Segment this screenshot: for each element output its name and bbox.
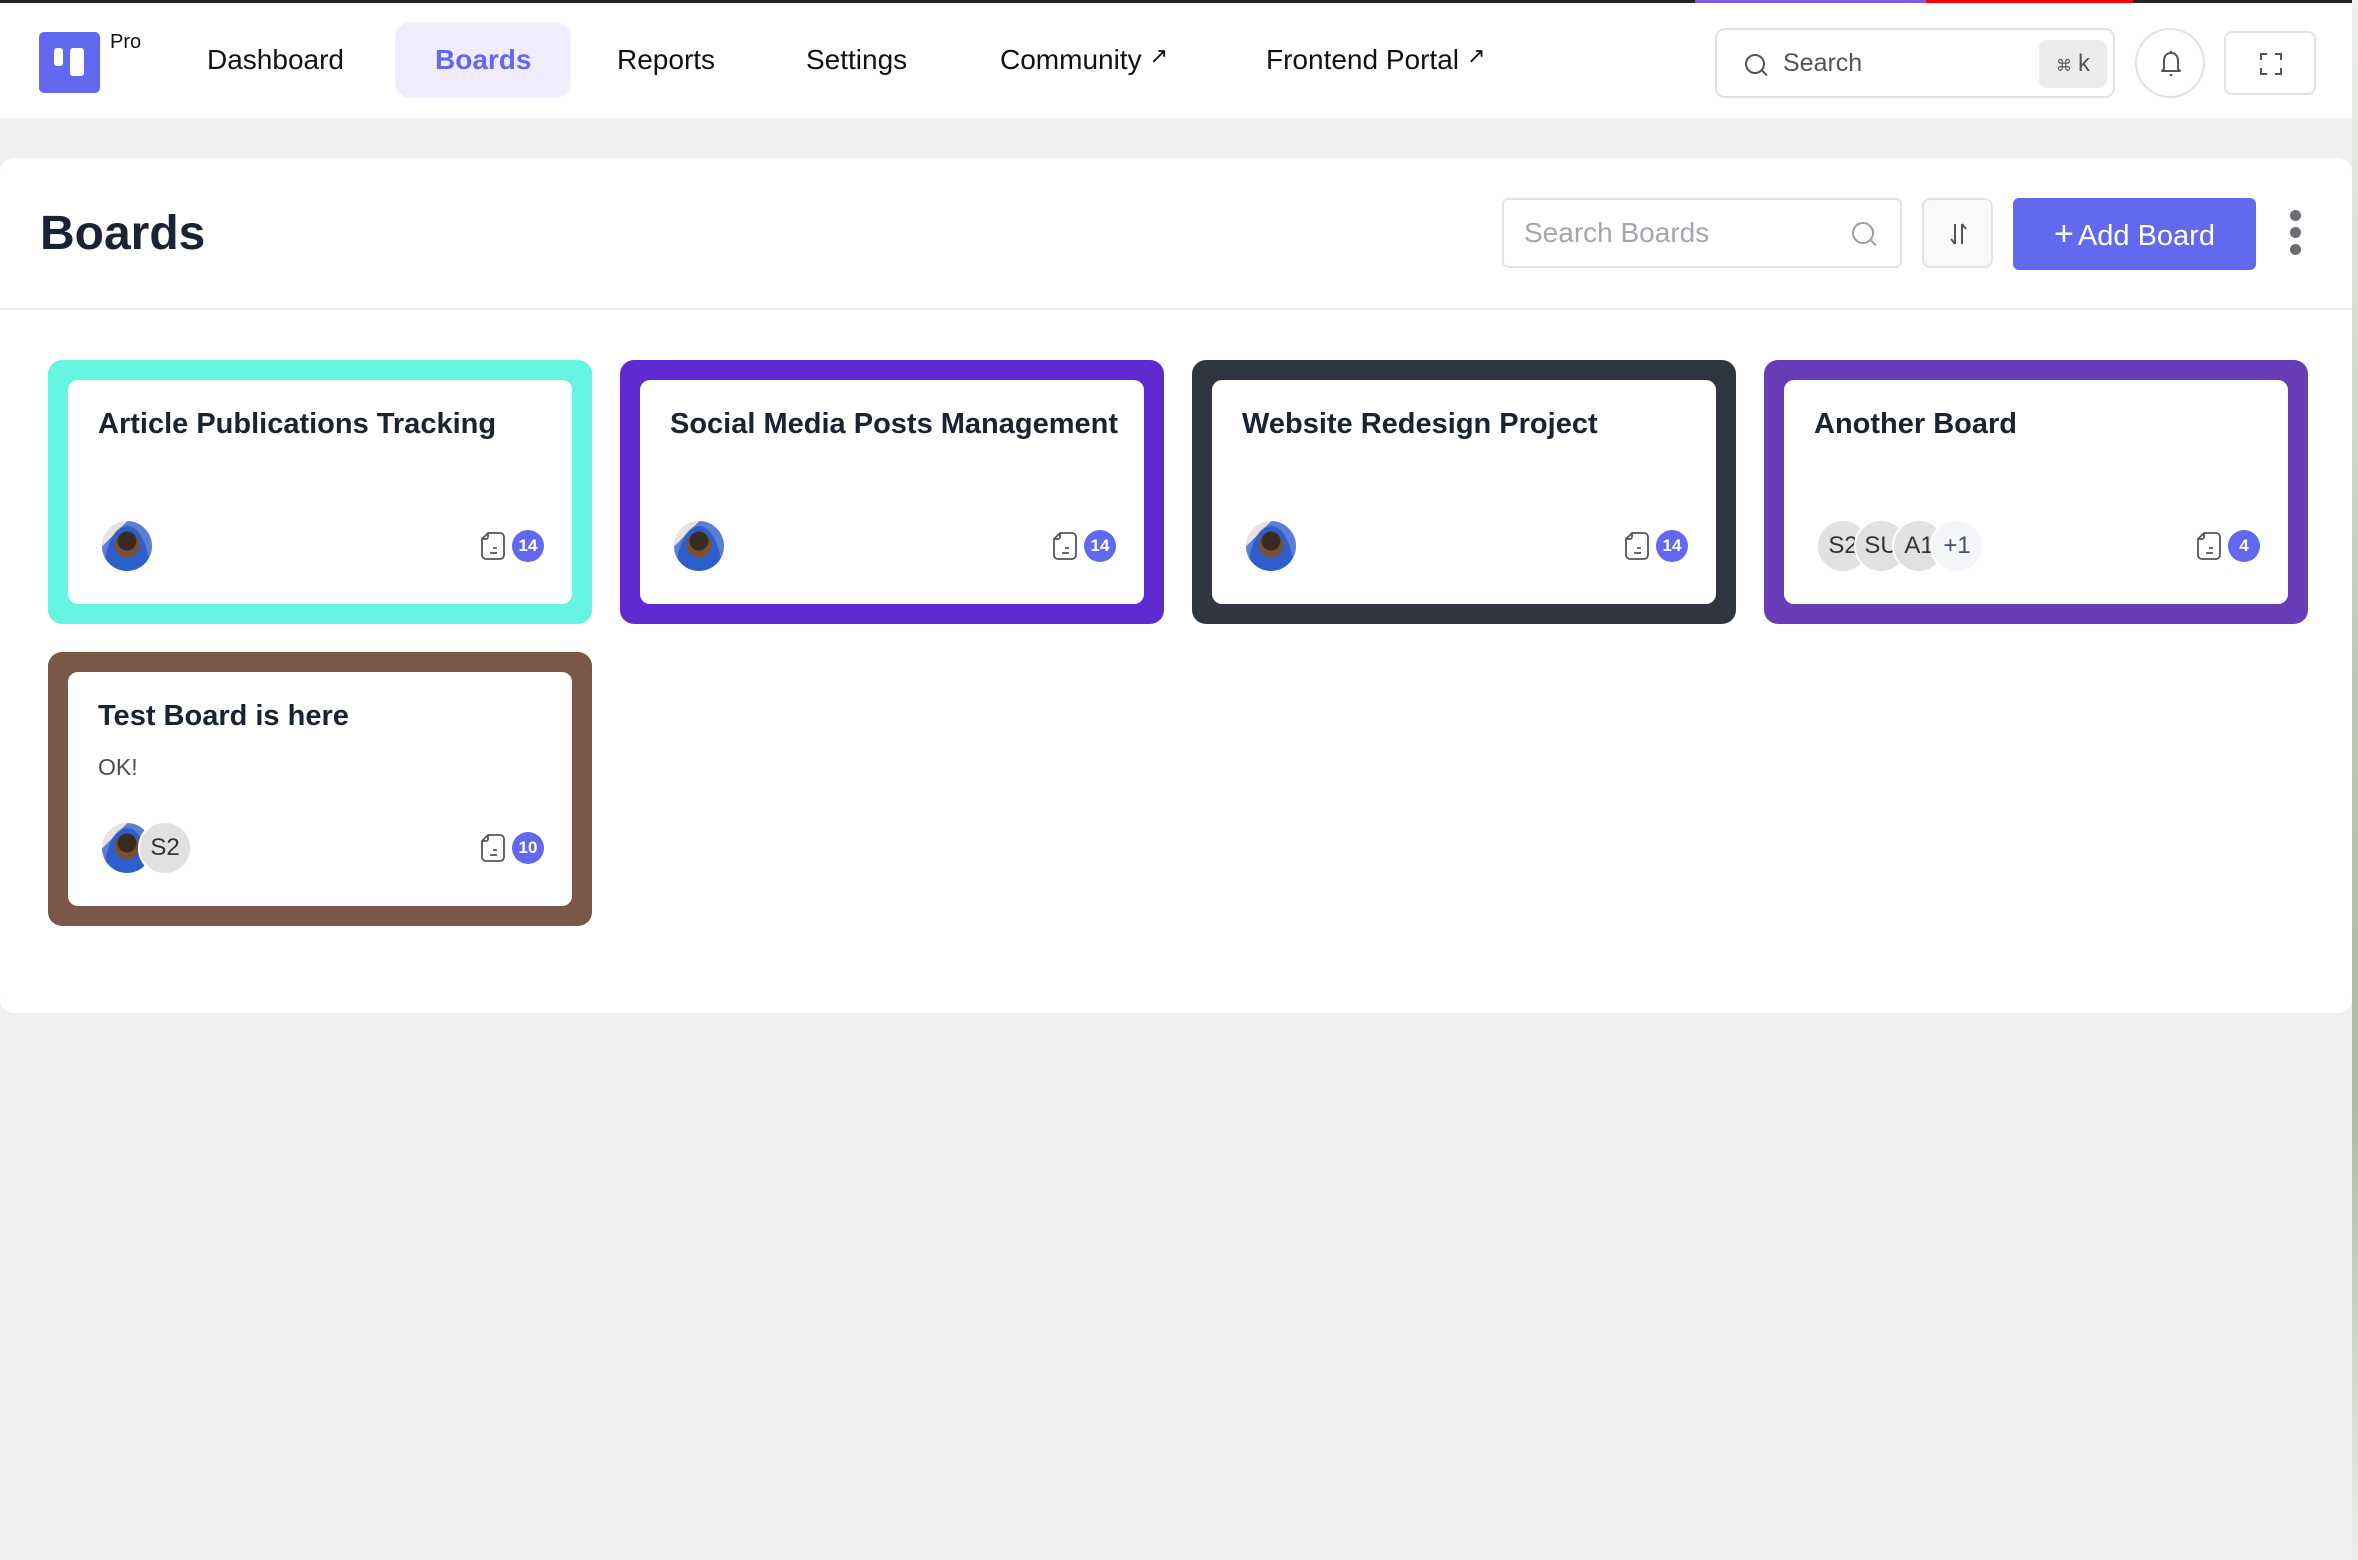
plus-icon: + bbox=[2054, 215, 2074, 253]
fullscreen-icon bbox=[2260, 53, 2282, 75]
board-card-body: Website Redesign Project 14 bbox=[1212, 380, 1716, 604]
external-link-icon: ↗ bbox=[1149, 43, 1169, 68]
board-members bbox=[1244, 519, 1298, 573]
keyboard-shortcut: ⌘ k bbox=[2039, 40, 2107, 88]
board-search-field[interactable] bbox=[1502, 198, 1902, 268]
boards-panel: Boards +Add Board Article Publications T… bbox=[0, 158, 2352, 1013]
nav-reports[interactable]: Reports bbox=[577, 22, 755, 98]
task-count-badge: 10 bbox=[512, 832, 544, 864]
board-card-body: Another Board S2 SU A1 +1 4 bbox=[1784, 380, 2288, 604]
shortcut-key: k bbox=[2078, 50, 2090, 77]
board-card-article-publications-tracking[interactable]: Article Publications Tracking 14 bbox=[48, 360, 592, 624]
task-count-group: 14 bbox=[480, 530, 544, 562]
search-icon bbox=[1852, 222, 1874, 244]
board-description: OK! bbox=[98, 754, 138, 780]
avatar[interactable] bbox=[100, 519, 154, 573]
global-search-button[interactable]: Search ⌘ k bbox=[1715, 28, 2115, 98]
board-members: S2 SU A1 +1 bbox=[1816, 519, 1984, 573]
bell-icon bbox=[2161, 50, 2181, 77]
app-logo[interactable] bbox=[39, 32, 100, 93]
board-title: Article Publications Tracking bbox=[98, 408, 497, 440]
board-card-social-media-posts-management[interactable]: Social Media Posts Management 14 bbox=[620, 360, 1164, 624]
board-card-body: Social Media Posts Management 14 bbox=[640, 380, 1144, 604]
task-count-group: 14 bbox=[1052, 530, 1116, 562]
more-members-avatar[interactable]: +1 bbox=[1930, 519, 1984, 573]
notifications-button[interactable] bbox=[2135, 28, 2205, 98]
more-dot bbox=[2289, 210, 2301, 221]
sort-button[interactable] bbox=[1922, 198, 1993, 268]
avatar[interactable] bbox=[1244, 519, 1298, 573]
logo-mark-left bbox=[54, 48, 63, 66]
task-count-badge: 14 bbox=[1084, 530, 1116, 562]
panel-header: Boards +Add Board bbox=[0, 158, 2352, 310]
add-board-label: Add Board bbox=[2077, 220, 2215, 252]
nav-label: Boards bbox=[435, 44, 532, 75]
document-icon bbox=[1053, 532, 1077, 560]
task-count-badge: 14 bbox=[1656, 530, 1688, 562]
nav-frontend-portal[interactable]: Frontend Portal ↗ bbox=[1226, 22, 1525, 98]
background-window-edge bbox=[2352, 0, 2358, 1560]
nav-dashboard[interactable]: Dashboard bbox=[167, 22, 384, 98]
avatar[interactable]: S2 bbox=[138, 821, 192, 875]
more-dot bbox=[2289, 244, 2301, 255]
document-icon bbox=[481, 834, 505, 862]
board-card-body: Article Publications Tracking 14 bbox=[68, 380, 572, 604]
nav-label: Reports bbox=[617, 44, 716, 75]
nav-community[interactable]: Community ↗ bbox=[960, 22, 1208, 98]
nav-label: Frontend Portal bbox=[1266, 44, 1459, 75]
more-options-button[interactable] bbox=[2280, 210, 2310, 260]
board-members bbox=[672, 519, 726, 573]
logo-mark-right bbox=[70, 48, 84, 76]
document-icon bbox=[1625, 532, 1649, 560]
board-members: S2 bbox=[100, 821, 192, 875]
nav-label: Community bbox=[1000, 44, 1142, 75]
board-title: Another Board bbox=[1814, 408, 2017, 440]
board-card-test-board-is-here[interactable]: Test Board is here OK! S2 10 bbox=[48, 652, 592, 926]
task-count-group: 4 bbox=[2196, 530, 2260, 562]
page-title: Boards bbox=[40, 207, 206, 260]
task-count-badge: 14 bbox=[512, 530, 544, 562]
nav-boards[interactable]: Boards bbox=[395, 22, 572, 98]
more-dot bbox=[2289, 227, 2301, 238]
board-title: Social Media Posts Management bbox=[670, 408, 1119, 440]
board-search-input[interactable] bbox=[1524, 200, 1844, 266]
pro-badge: Pro bbox=[110, 31, 142, 53]
board-card-website-redesign-project[interactable]: Website Redesign Project 14 bbox=[1192, 360, 1736, 624]
task-count-badge: 4 bbox=[2228, 530, 2260, 562]
top-navbar: Pro Dashboard Boards Reports Settings Co… bbox=[0, 3, 2352, 118]
add-board-button[interactable]: + Add Board bbox=[2013, 198, 2256, 270]
fullscreen-button[interactable] bbox=[2224, 31, 2316, 95]
nav-label: Settings bbox=[806, 44, 908, 75]
board-card-body: Test Board is here OK! S2 10 bbox=[68, 672, 572, 906]
nav-label: Dashboard bbox=[207, 44, 344, 75]
nav-settings[interactable]: Settings bbox=[766, 22, 947, 98]
board-members bbox=[100, 519, 154, 573]
sort-icon bbox=[1950, 223, 1967, 245]
avatar[interactable] bbox=[672, 519, 726, 573]
search-icon bbox=[1745, 54, 1765, 74]
task-count-group: 10 bbox=[480, 832, 544, 864]
external-link-icon: ↗ bbox=[1467, 43, 1486, 68]
document-icon bbox=[481, 532, 505, 560]
document-icon bbox=[2197, 532, 2221, 560]
command-key-icon: ⌘ bbox=[2056, 58, 2072, 75]
task-count-group: 14 bbox=[1624, 530, 1688, 562]
search-label: Search bbox=[1783, 49, 1863, 77]
board-title: Website Redesign Project bbox=[1242, 408, 1598, 440]
board-title: Test Board is here bbox=[98, 700, 349, 732]
board-card-another-board[interactable]: Another Board S2 SU A1 +1 4 bbox=[1764, 360, 2308, 624]
